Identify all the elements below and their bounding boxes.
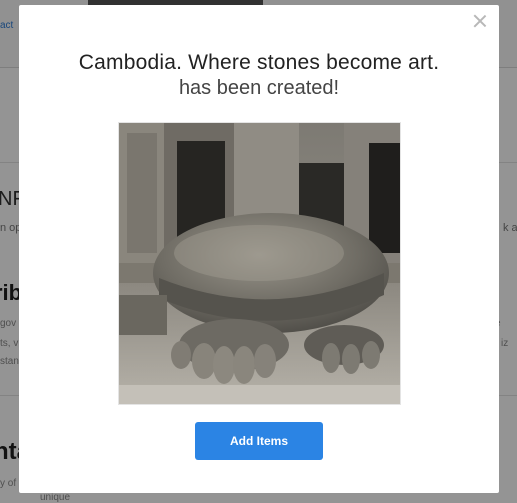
close-icon[interactable] bbox=[472, 13, 488, 29]
modal-title: Cambodia. Where stones become art. bbox=[78, 51, 440, 74]
modal-subtitle: has been created! bbox=[178, 77, 340, 99]
add-items-button[interactable]: Add Items bbox=[195, 422, 323, 460]
item-image bbox=[118, 122, 401, 405]
stone-turtle-sculpture-photo bbox=[119, 123, 400, 404]
creation-success-modal: Cambodia. Where stones become art. has b… bbox=[19, 5, 499, 493]
